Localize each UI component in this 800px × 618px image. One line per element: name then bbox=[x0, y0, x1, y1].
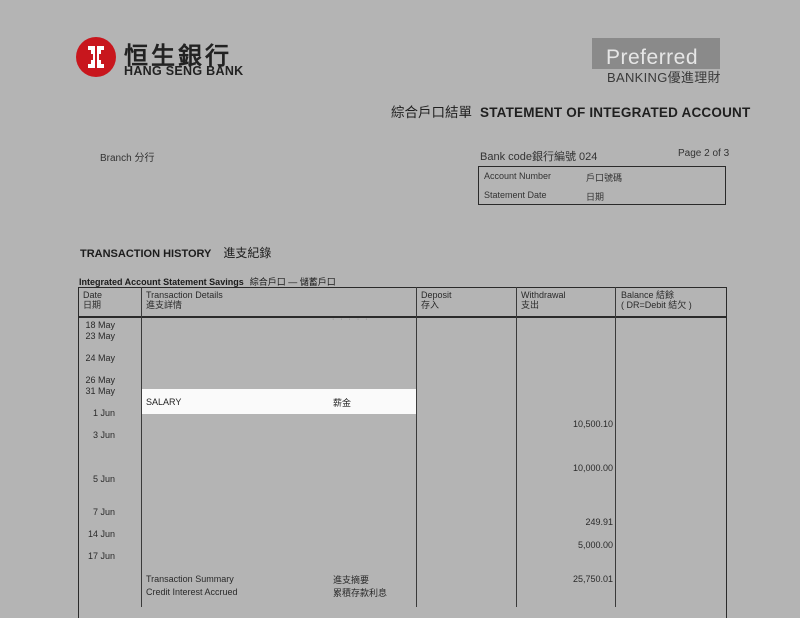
transaction-history-heading: TRANSACTION HISTORY 進支紀錄 bbox=[80, 244, 271, 261]
date-cell: 24 May bbox=[85, 353, 115, 363]
column-header-details: Transaction Details 進支詳情 bbox=[146, 290, 223, 310]
date-cell: 17 Jun bbox=[87, 551, 115, 561]
preferred-banking-label: BANKING優進理財 bbox=[607, 70, 721, 85]
transaction-summary-label: Transaction Summary bbox=[146, 574, 234, 584]
withdrawal-amount: 5,000.00 bbox=[577, 540, 613, 550]
branch-label: Branch 分行 bbox=[100, 153, 155, 164]
date-cell: 14 Jun bbox=[87, 529, 115, 539]
column-header-details-en: Transaction Details bbox=[146, 290, 223, 300]
column-header-balance: Balance 結餘 ( DR=Debit 結欠 ) bbox=[621, 290, 692, 310]
preferred-word: Preferred bbox=[606, 46, 699, 69]
account-number-label: Account Number bbox=[484, 171, 552, 181]
credit-interest-chinese: 累積存款利息 bbox=[333, 588, 388, 598]
column-header-details-cn: 進支詳情 bbox=[146, 300, 183, 310]
bank-code: Bank code銀行編號 024 bbox=[480, 151, 598, 163]
column-divider bbox=[516, 287, 517, 607]
withdrawal-amount: 10,500.10 bbox=[572, 419, 613, 429]
column-header-deposit-en: Deposit bbox=[421, 290, 452, 300]
salary-label: SALARY bbox=[146, 397, 182, 407]
date-cell: 7 Jun bbox=[92, 507, 115, 517]
date-cell: 23 May bbox=[85, 331, 115, 341]
column-divider bbox=[141, 287, 142, 607]
transaction-table bbox=[78, 287, 727, 618]
statement-date-label: Statement Date bbox=[484, 190, 547, 200]
column-header-date-en: Date bbox=[83, 290, 103, 300]
account-number-chinese: 戶口號碼 bbox=[586, 173, 623, 183]
column-header-withdrawal-en: Withdrawal bbox=[521, 290, 566, 300]
bank-name-english: HANG SENG BANK bbox=[124, 64, 244, 78]
column-header-deposit-cn: 存入 bbox=[421, 300, 440, 310]
date-cell: 18 May bbox=[85, 320, 115, 330]
statement-title: 綜合戶口結單 STATEMENT OF INTEGRATED ACCOUNT bbox=[391, 101, 750, 121]
column-header-balance-cn: ( DR=Debit 結欠 ) bbox=[621, 300, 692, 310]
salary-row bbox=[142, 389, 416, 414]
column-header-deposit: Deposit 存入 bbox=[421, 290, 452, 310]
withdrawal-amount: 249.91 bbox=[585, 517, 613, 527]
withdrawal-total: 25,750.01 bbox=[572, 574, 613, 584]
faint-text-mark: · · · · · bbox=[332, 316, 370, 323]
hang-seng-logo-icon bbox=[76, 37, 116, 77]
column-divider bbox=[416, 287, 417, 607]
page-number: Page 2 of 3 bbox=[678, 148, 730, 159]
statement-title-chinese: 綜合戶口結單 bbox=[391, 105, 472, 121]
account-type-english: Integrated Account Statement Savings bbox=[79, 277, 244, 287]
statement-title-english: STATEMENT OF INTEGRATED ACCOUNT bbox=[480, 105, 751, 120]
column-header-date: Date 日期 bbox=[83, 290, 102, 310]
column-header-withdrawal-cn: 支出 bbox=[521, 300, 540, 310]
transaction-history-english: TRANSACTION HISTORY bbox=[80, 248, 212, 260]
column-header-withdrawal: Withdrawal 支出 bbox=[521, 290, 566, 310]
salary-label-chinese: 薪金 bbox=[333, 398, 352, 408]
column-divider bbox=[615, 287, 616, 607]
transaction-summary-chinese: 進支摘要 bbox=[333, 575, 370, 585]
date-cell: 5 Jun bbox=[92, 474, 115, 484]
withdrawal-amount: 10,000.00 bbox=[572, 463, 613, 473]
date-cell: 3 Jun bbox=[92, 430, 115, 440]
transaction-history-chinese: 進支紀錄 bbox=[223, 246, 272, 260]
column-header-date-cn: 日期 bbox=[83, 300, 102, 310]
date-cell: 1 Jun bbox=[92, 408, 115, 418]
credit-interest-label: Credit Interest Accrued bbox=[146, 587, 238, 597]
date-cell: 31 May bbox=[85, 386, 115, 396]
account-type-chinese: 綜合戶口 — 儲蓄戶口 bbox=[249, 277, 336, 287]
statement-date-chinese: 日期 bbox=[586, 192, 605, 202]
date-cell: 26 May bbox=[85, 375, 115, 385]
table-header-divider bbox=[78, 316, 726, 318]
column-header-balance-en: Balance 結餘 bbox=[621, 290, 675, 300]
